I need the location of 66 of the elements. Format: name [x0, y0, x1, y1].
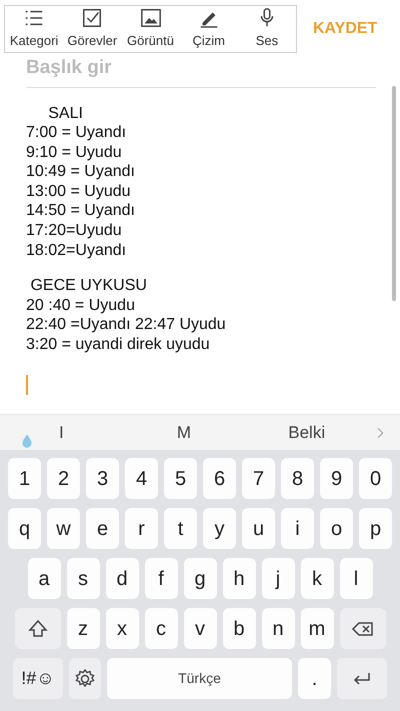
toolbar-button[interactable]: Kategori	[5, 6, 64, 52]
key[interactable]: d	[106, 558, 138, 599]
backspace-key[interactable]	[340, 608, 386, 649]
space-bar[interactable]: Türkçe	[107, 658, 292, 699]
key[interactable]: r	[125, 508, 158, 549]
toolbar-button[interactable]: Görüntü	[121, 6, 180, 52]
text-cursor	[26, 374, 28, 395]
key[interactable]: o	[320, 508, 353, 549]
note-line: GECE UYKUSU	[29, 276, 148, 296]
key[interactable]: 7	[242, 458, 275, 499]
note-line: 17:20=Uyudu	[26, 221, 123, 241]
key[interactable]: g	[184, 558, 216, 599]
note-line: 7:00 = Uyandı	[26, 123, 128, 143]
key[interactable]: f	[144, 558, 178, 599]
key[interactable]: e	[86, 508, 119, 549]
key[interactable]: 5	[164, 458, 197, 499]
key[interactable]: 6	[203, 458, 236, 499]
key[interactable]: j	[262, 558, 294, 599]
key[interactable]: x	[106, 608, 138, 649]
suggestion[interactable]: I	[0, 418, 123, 446]
key[interactable]: a	[28, 558, 60, 599]
key[interactable]: 8	[281, 458, 314, 499]
note-line: 14:50 = Uyandı	[26, 201, 136, 222]
note-line: 22:40 =Uyandı 22:47 Uyudu	[26, 315, 227, 336]
key[interactable]: n	[262, 608, 294, 649]
key[interactable]: v	[184, 608, 216, 649]
key[interactable]: 9	[320, 458, 353, 499]
key[interactable]: 0	[359, 458, 392, 499]
shift-key[interactable]	[14, 608, 60, 649]
key[interactable]: i	[281, 508, 314, 549]
key[interactable]: h	[222, 558, 256, 599]
note-line: 13:00 = Uyudu	[26, 182, 132, 202]
key[interactable]: 2	[47, 458, 80, 499]
key[interactable]: k	[300, 558, 334, 599]
note-line: SALI	[47, 104, 84, 124]
key[interactable]: p	[359, 508, 392, 549]
note-line: 10:49 = Uyandı	[26, 162, 136, 182]
settings-key[interactable]	[69, 658, 101, 699]
toolbar-button[interactable]: Çizim	[180, 6, 238, 52]
note-line: 3:20 = uyandi direk uyudu	[26, 335, 211, 355]
key[interactable]: 4	[125, 458, 158, 499]
key[interactable]: w	[47, 508, 80, 549]
key[interactable]: 1	[8, 458, 41, 499]
note-line: 18:02=Uyandı	[26, 240, 128, 260]
key[interactable]: q	[8, 508, 41, 549]
title-field[interactable]: Başlık gir	[26, 54, 376, 88]
key[interactable]: m	[300, 608, 334, 649]
suggestion[interactable]: Belki	[245, 418, 368, 446]
checkbox-icon	[81, 7, 104, 30]
suggestion[interactable]: M	[122, 418, 246, 446]
toolbar-button[interactable]: Görevler	[63, 6, 122, 52]
key[interactable]: y	[203, 508, 236, 549]
key[interactable]: s	[66, 558, 100, 599]
key[interactable]: t	[164, 508, 197, 549]
key[interactable]: c	[144, 608, 178, 649]
image-icon	[140, 7, 162, 30]
note-line: 9:10 = Uyudu	[26, 142, 123, 162]
key[interactable]: 3	[86, 458, 119, 499]
toolbar-button[interactable]: Ses	[238, 6, 296, 52]
key[interactable]: l	[340, 558, 372, 599]
key[interactable]: z	[66, 608, 100, 649]
note-line: 20 :40 = Uyudu	[26, 296, 136, 316]
key[interactable]: u	[242, 508, 275, 549]
key[interactable]: .	[298, 658, 331, 699]
key[interactable]: b	[222, 608, 256, 649]
symbols-key[interactable]: !#☺	[13, 658, 63, 699]
